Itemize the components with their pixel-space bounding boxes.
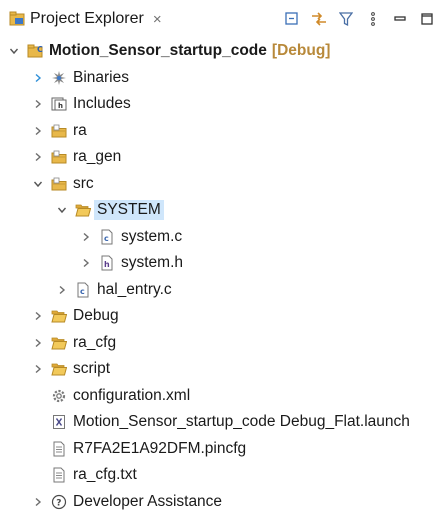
svg-text:?: ? <box>56 498 61 508</box>
tree-item-label: system.h <box>121 254 183 272</box>
source-folder-icon <box>51 176 67 192</box>
project-explorer-icon <box>9 11 25 27</box>
minimize-icon[interactable] <box>391 9 409 29</box>
chevron-down-icon[interactable] <box>6 43 22 59</box>
chevron-right-icon[interactable] <box>30 494 46 510</box>
chevron-right-icon[interactable] <box>78 229 94 245</box>
view-tab-bar: Project Explorer × <box>0 0 440 38</box>
tree-item-ra-cfg-folder[interactable]: ra_cfg <box>0 330 440 357</box>
project-tree: C Motion_Sensor_startup_code [Debug] Bin… <box>0 38 440 515</box>
tree-item-pincfg-file[interactable]: R7FA2E1A92DFM.pincfg <box>0 436 440 463</box>
project-name: Motion_Sensor_startup_code <box>49 42 267 60</box>
chevron-down-icon[interactable] <box>30 176 46 192</box>
tree-item-label: configuration.xml <box>73 387 190 405</box>
tree-item-developer-assistance[interactable]: ? Developer Assistance <box>0 489 440 515</box>
c-file-icon: c <box>99 229 115 245</box>
link-with-editor-icon[interactable] <box>310 9 328 29</box>
chevron-down-icon[interactable] <box>54 202 70 218</box>
tree-item-src[interactable]: src <box>0 171 440 198</box>
c-project-icon: C <box>27 43 43 59</box>
tree-item-launch-file[interactable]: Motion_Sensor_startup_code Debug_Flat.la… <box>0 409 440 436</box>
source-folder-icon <box>51 149 67 165</box>
tree-item-label: SYSTEM <box>94 200 164 220</box>
tree-item-label: Developer Assistance <box>73 493 222 511</box>
tree-item-label: ra_cfg.txt <box>73 466 137 484</box>
tree-item-label: R7FA2E1A92DFM.pincfg <box>73 440 246 458</box>
project-config-suffix: [Debug] <box>272 42 331 60</box>
binaries-icon <box>51 70 67 86</box>
svg-text:h: h <box>58 102 63 110</box>
chevron-right-icon[interactable] <box>54 282 70 298</box>
folder-icon <box>51 361 67 377</box>
chevron-right-icon[interactable] <box>30 96 46 112</box>
tree-item-label: script <box>73 360 110 378</box>
folder-icon <box>51 335 67 351</box>
chevron-right-icon[interactable] <box>30 361 46 377</box>
tree-item-label: src <box>73 175 94 193</box>
text-file-icon <box>51 441 67 457</box>
tree-item-includes[interactable]: h Includes <box>0 91 440 118</box>
svg-text:c: c <box>104 234 109 243</box>
view-toolbar <box>283 8 436 30</box>
help-icon: ? <box>51 494 67 510</box>
svg-text:h: h <box>104 260 110 269</box>
tree-item-hal-entry-c[interactable]: c hal_entry.c <box>0 277 440 304</box>
tree-item-ra-cfg-txt[interactable]: ra_cfg.txt <box>0 462 440 489</box>
tab-title: Project Explorer <box>30 10 144 28</box>
chevron-right-icon[interactable] <box>78 255 94 271</box>
tab-project-explorer[interactable]: Project Explorer × <box>0 0 215 38</box>
tree-item-script-folder[interactable]: script <box>0 356 440 383</box>
tree-item-label: hal_entry.c <box>97 281 172 299</box>
tree-item-label: Debug <box>73 307 119 325</box>
tree-item-label: Includes <box>73 95 131 113</box>
tree-item-label: system.c <box>121 228 182 246</box>
chevron-right-icon[interactable] <box>30 149 46 165</box>
c-file-icon: c <box>75 282 91 298</box>
tree-item-debug-folder[interactable]: Debug <box>0 303 440 330</box>
tree-item-label: Binaries <box>73 69 129 87</box>
maximize-icon[interactable] <box>418 9 436 29</box>
configuration-icon <box>51 388 67 404</box>
folder-open-icon <box>75 202 91 218</box>
tree-item-label: Motion_Sensor_startup_code Debug_Flat.la… <box>73 413 410 431</box>
tree-item-label: ra <box>73 122 87 140</box>
svg-text:c: c <box>80 287 85 296</box>
chevron-right-icon[interactable] <box>30 70 46 86</box>
project-explorer-panel: Project Explorer × <box>0 0 440 512</box>
svg-text:C: C <box>37 45 43 54</box>
view-menu-icon[interactable] <box>364 9 382 29</box>
chevron-right-icon[interactable] <box>30 335 46 351</box>
tree-item-system-c[interactable]: c system.c <box>0 224 440 251</box>
includes-icon: h <box>51 96 67 112</box>
folder-icon <box>51 308 67 324</box>
launch-file-icon <box>51 414 67 430</box>
filter-icon[interactable] <box>337 9 355 29</box>
close-icon[interactable]: × <box>153 12 162 27</box>
tree-item-binaries[interactable]: Binaries <box>0 65 440 92</box>
tree-item-label: ra_cfg <box>73 334 116 352</box>
text-file-icon <box>51 467 67 483</box>
tree-item-project[interactable]: C Motion_Sensor_startup_code [Debug] <box>0 38 440 65</box>
tree-item-configuration-xml[interactable]: configuration.xml <box>0 383 440 410</box>
tree-item-system-folder[interactable]: SYSTEM <box>0 197 440 224</box>
h-file-icon: h <box>99 255 115 271</box>
tree-item-ra-gen[interactable]: ra_gen <box>0 144 440 171</box>
chevron-right-icon[interactable] <box>30 308 46 324</box>
source-folder-icon <box>51 123 67 139</box>
tree-item-system-h[interactable]: h system.h <box>0 250 440 277</box>
tree-item-label: ra_gen <box>73 148 121 166</box>
collapse-all-icon[interactable] <box>283 9 301 29</box>
tree-item-ra[interactable]: ra <box>0 118 440 145</box>
chevron-right-icon[interactable] <box>30 123 46 139</box>
